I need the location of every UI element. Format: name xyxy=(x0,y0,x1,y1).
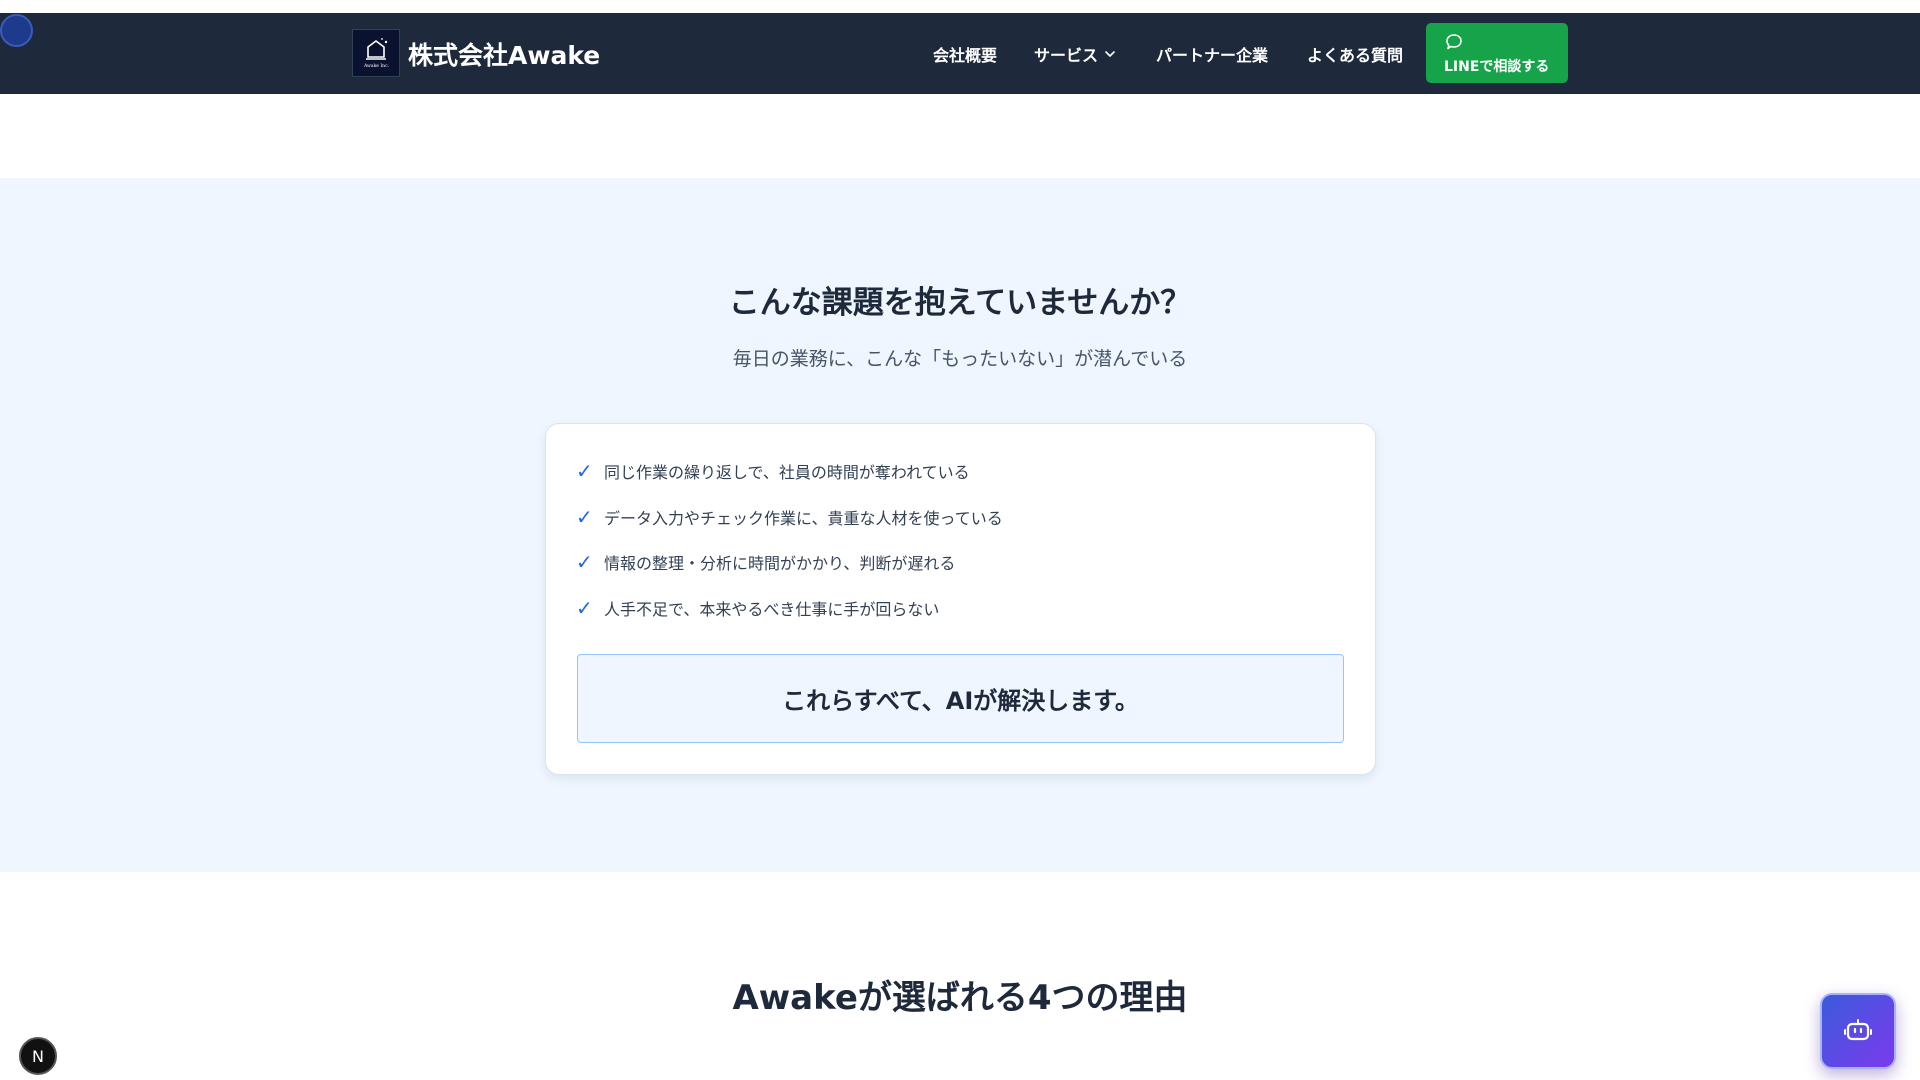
nextjs-badge[interactable]: N xyxy=(19,1037,57,1075)
browser-top-strip xyxy=(0,0,1920,13)
problems-card: ✓ 同じ作業の繰り返しで、社員の時間が奪われている ✓ データ入力やチェック作業… xyxy=(545,423,1376,775)
check-icon: ✓ xyxy=(576,550,593,574)
user-avatar[interactable] xyxy=(0,14,33,47)
solution-text: これらすべて、AIが解決します。 xyxy=(782,687,1139,715)
chevron-down-icon xyxy=(1105,51,1115,57)
logo-mark-icon: Awake Inc. xyxy=(356,33,396,73)
robot-icon xyxy=(1844,1019,1872,1041)
problems-subtitle: 毎日の業務に、こんな「もったいない」が潜んでいる xyxy=(732,348,1188,370)
check-icon: ✓ xyxy=(576,505,593,529)
problem-item: ✓ 人手不足で、本来やるべき仕事に手が回らない xyxy=(576,596,939,620)
problems-title: こんな課題を抱えていませんか？ xyxy=(728,285,1192,321)
nav-faq[interactable]: よくある質問 xyxy=(1307,42,1403,66)
check-icon: ✓ xyxy=(576,596,593,620)
problem-item-text: 同じ作業の繰り返しで、社員の時間が奪われている xyxy=(604,463,970,482)
problem-item-text: 人手不足で、本来やるべき仕事に手が回らない xyxy=(604,600,940,619)
nav-partners[interactable]: パートナー企業 xyxy=(1156,42,1268,66)
site-logo[interactable]: Awake Inc. xyxy=(352,29,400,77)
reasons-title: Awakeが選ばれる4つの理由 xyxy=(732,978,1188,1018)
problem-item-text: データ入力やチェック作業に、貴重な人材を使っている xyxy=(604,509,1003,528)
nav-company[interactable]: 会社概要 xyxy=(933,42,997,66)
chatbot-button[interactable] xyxy=(1820,993,1896,1069)
svg-text:Awake Inc.: Awake Inc. xyxy=(363,63,390,69)
problem-item: ✓ データ入力やチェック作業に、貴重な人材を使っている xyxy=(576,505,1003,529)
problem-item-text: 情報の整理・分析に時間がかかり、判断が遅れる xyxy=(604,554,956,573)
line-consult-label: LINEで相談する xyxy=(1444,59,1550,75)
solution-callout: これらすべて、AIが解決します。 xyxy=(577,654,1344,743)
nav-services[interactable]: サービス xyxy=(1034,42,1116,66)
brand-name[interactable]: 株式会社Awake xyxy=(408,36,600,72)
nav-services-label: サービス xyxy=(1034,46,1099,65)
chat-bubble-icon xyxy=(1446,34,1462,50)
line-consult-button[interactable]: LINEで相談する xyxy=(1426,23,1568,83)
problem-item: ✓ 同じ作業の繰り返しで、社員の時間が奪われている xyxy=(576,459,970,483)
check-icon: ✓ xyxy=(576,459,593,483)
problem-item: ✓ 情報の整理・分析に時間がかかり、判断が遅れる xyxy=(576,550,955,574)
